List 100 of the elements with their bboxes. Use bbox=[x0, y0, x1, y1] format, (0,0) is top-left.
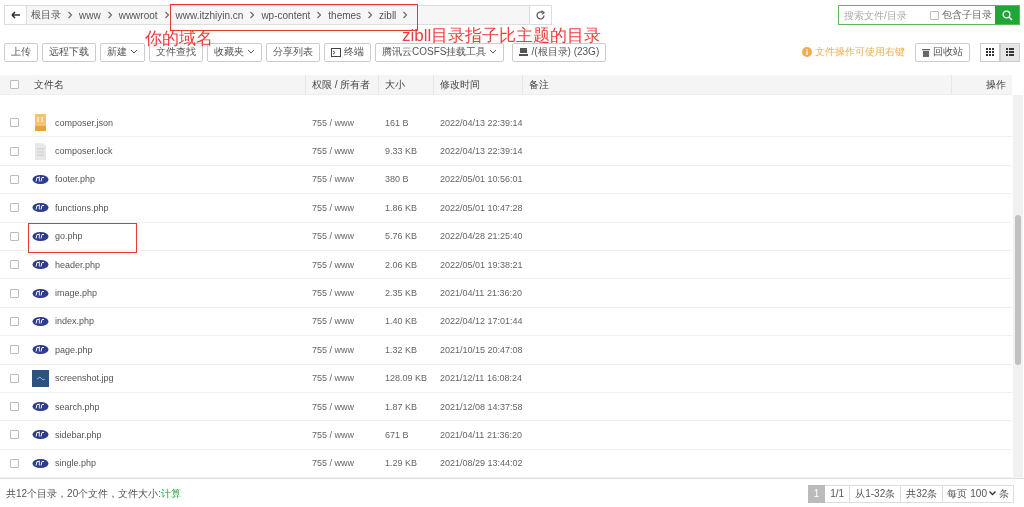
row-checkbox[interactable] bbox=[9, 203, 19, 213]
file-name[interactable]: screenshot.jpg bbox=[55, 373, 114, 384]
back-arrow-icon bbox=[10, 11, 21, 19]
page-count: 1/1 bbox=[825, 484, 851, 503]
trash-icon bbox=[922, 47, 930, 57]
table-cell: 2021/04/11 21:36:20 bbox=[440, 288, 522, 299]
per-page-label: 每页 bbox=[947, 486, 968, 501]
grid-view-button[interactable] bbox=[980, 42, 1000, 62]
row-checkbox[interactable] bbox=[9, 174, 19, 184]
row-checkbox[interactable] bbox=[9, 260, 19, 270]
file-row[interactable]: single.php 755 / www 1.29 KB 2021/08/29 13:44:02 bbox=[0, 449, 1012, 479]
search-button[interactable] bbox=[995, 6, 1019, 24]
file-row[interactable]: header.php 755 / www 2.06 KB 2022/05/01 19:38:21 bbox=[0, 250, 1012, 280]
file-name[interactable]: composer.json bbox=[55, 117, 114, 128]
file-name[interactable]: sidebar.php bbox=[55, 430, 102, 440]
column-header[interactable]: 文件名 bbox=[34, 77, 64, 92]
breadcrumb-link[interactable]: www.itzhiyin.cn bbox=[171, 9, 248, 21]
file-row[interactable]: index.php 755 / www 1.40 KB 2022/04/12 17:01:44 bbox=[0, 307, 1012, 337]
column-header[interactable]: 修改时间 bbox=[440, 77, 480, 92]
table-cell: 2021/12/11 16:08:24 bbox=[440, 373, 522, 384]
caret-icon bbox=[489, 49, 498, 55]
file-name[interactable]: footer.php bbox=[55, 174, 96, 185]
table-cell: 2021/10/15 20:47:08 bbox=[440, 344, 523, 355]
dropdown-button[interactable]: 新建 bbox=[100, 42, 145, 62]
row-checkbox[interactable] bbox=[9, 430, 19, 440]
row-checkbox[interactable] bbox=[9, 458, 19, 468]
row-checkbox[interactable] bbox=[9, 118, 19, 128]
table-cell: 128.09 KB bbox=[385, 373, 428, 384]
row-checkbox[interactable] bbox=[9, 402, 19, 412]
row-checkbox[interactable] bbox=[9, 288, 19, 298]
file-icon bbox=[32, 142, 49, 160]
row-checkbox[interactable] bbox=[9, 316, 19, 326]
breadcrumb-link[interactable]: zibll bbox=[375, 9, 401, 21]
table-cell: 2021/08/29 13:44:02 bbox=[440, 458, 523, 469]
file-name[interactable]: functions.php bbox=[55, 202, 109, 213]
toolbar-button[interactable]: 分享列表 bbox=[266, 42, 320, 62]
file-name[interactable]: search.php bbox=[55, 401, 100, 412]
search-icon bbox=[1001, 9, 1013, 21]
breadcrumb-link[interactable]: wwwroot bbox=[114, 9, 162, 21]
row-checkbox[interactable] bbox=[9, 146, 19, 156]
table-cell: 755 / www bbox=[312, 401, 355, 412]
table-cell: 755 / www bbox=[312, 373, 355, 384]
select-all-checkbox[interactable] bbox=[9, 80, 19, 89]
column-header[interactable]: 大小 bbox=[385, 77, 405, 92]
file-name[interactable]: go.php bbox=[55, 231, 83, 242]
file-row[interactable]: screenshot.jpg 755 / www 128.09 KB 2021/12/11 16:08:24 bbox=[0, 364, 1012, 393]
toolbar-button[interactable]: 远程下载 bbox=[42, 42, 96, 62]
per-page-select[interactable]: 100 bbox=[970, 488, 996, 499]
table-cell: 755 / www bbox=[312, 146, 355, 157]
file-row[interactable]: footer.php 755 / www 380 B 2022/05/01 10:56:01 bbox=[0, 165, 1012, 195]
file-name[interactable]: page.php bbox=[55, 344, 93, 355]
back-button[interactable] bbox=[5, 6, 27, 24]
table-cell: 755 / www bbox=[312, 316, 355, 327]
breadcrumb-link[interactable]: www bbox=[75, 9, 105, 21]
table-cell: 2022/04/13 22:39:14 bbox=[440, 146, 523, 157]
file-row[interactable]: search.php 755 / www 1.87 KB 2021/12/08 14:37:58 bbox=[0, 392, 1012, 422]
caret-icon bbox=[130, 49, 138, 55]
file-name[interactable]: index.php bbox=[55, 316, 95, 327]
file-row[interactable]: sidebar.php 755 / www 671 B 2021/04/11 21:36:20 bbox=[0, 421, 1012, 450]
column-header[interactable]: 备注 bbox=[529, 77, 549, 92]
table-cell: 755 / www bbox=[312, 458, 355, 469]
column-header[interactable]: 操作 bbox=[986, 77, 1006, 92]
table-cell: 1.86 KB bbox=[385, 202, 418, 213]
breadcrumb-link[interactable]: wp-content bbox=[257, 9, 315, 21]
row-checkbox[interactable] bbox=[9, 345, 19, 355]
file-row[interactable]: functions.php 755 / www 1.86 KB 2022/05/01 10:47:28 bbox=[0, 194, 1012, 223]
file-row[interactable]: page.php 755 / www 1.32 KB 2021/10/15 20:47:08 bbox=[0, 336, 1012, 365]
file-name[interactable]: image.php bbox=[55, 288, 98, 299]
breadcrumb-link[interactable]: themes bbox=[324, 9, 366, 21]
toolbar-button[interactable]: 上传 bbox=[4, 42, 38, 62]
toolbar-button[interactable]: /(根目录) (23G) bbox=[512, 42, 607, 62]
recycle-bin-button[interactable]: 回收站 bbox=[915, 42, 970, 62]
row-checkbox[interactable] bbox=[9, 373, 19, 383]
refresh-button[interactable] bbox=[529, 6, 551, 24]
range-text: 从1-32条 bbox=[850, 484, 902, 503]
table-cell: 5.76 KB bbox=[385, 231, 418, 242]
file-name[interactable]: composer.lock bbox=[55, 146, 113, 157]
annotation-text: zibll目录指子比主题的目录 bbox=[402, 27, 602, 44]
file-row[interactable]: image.php 755 / www 2.35 KB 2021/04/11 21:36:20 bbox=[0, 279, 1012, 308]
file-row[interactable]: composer.json 755 / www 161 B 2022/04/13 22:39:14 bbox=[0, 109, 1012, 138]
toolbar-button[interactable]: 终端 bbox=[324, 42, 371, 62]
file-name[interactable]: header.php bbox=[55, 259, 101, 270]
column-header[interactable]: 权限 / 所有者 bbox=[312, 77, 371, 92]
list-view-button[interactable] bbox=[1000, 42, 1020, 62]
file-name[interactable]: single.php bbox=[55, 458, 97, 469]
file-row[interactable]: composer.lock 755 / www 9.33 KB 2022/04/13 22:39:14 bbox=[0, 137, 1012, 166]
search-field[interactable]: 搜索文件/目录 包含子目录 bbox=[838, 5, 1020, 25]
row-checkbox[interactable] bbox=[9, 231, 19, 241]
table-cell: 2022/04/28 21:25:40 bbox=[440, 231, 523, 242]
table-cell: 1.87 KB bbox=[385, 401, 418, 412]
table-cell: 2021/04/11 21:36:20 bbox=[440, 430, 522, 440]
file-row[interactable]: go.php 755 / www 5.76 KB 2022/04/28 21:25:40 bbox=[0, 222, 1012, 251]
breadcrumb-link[interactable]: 根目录 bbox=[27, 8, 65, 22]
subdir-checkbox[interactable]: 包含子目录 bbox=[930, 8, 995, 22]
scrollbar-thumb[interactable] bbox=[1015, 215, 1021, 365]
table-cell: 755 / www bbox=[312, 430, 355, 440]
table-cell: 9.33 KB bbox=[385, 146, 418, 157]
table-cell: 161 B bbox=[385, 117, 409, 128]
table-cell: 1.29 KB bbox=[385, 458, 418, 469]
table-cell: 1.40 KB bbox=[385, 316, 418, 327]
